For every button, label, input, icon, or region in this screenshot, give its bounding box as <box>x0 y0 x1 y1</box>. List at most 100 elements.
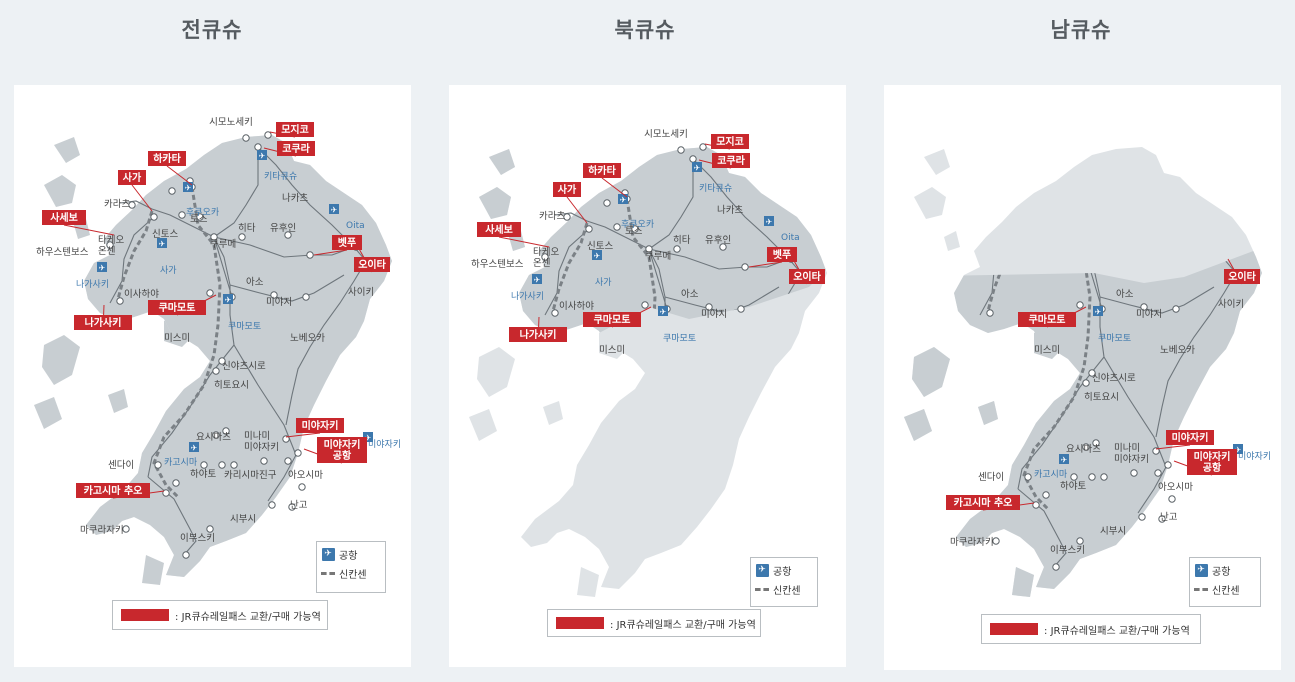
station-dot <box>741 263 749 271</box>
red-key-swatch <box>121 609 169 621</box>
label-text: 카고시마 추오 <box>954 496 1013 509</box>
key-text: : JR큐슈레일패스 교환/구매 가능역 <box>610 619 756 631</box>
station-label: 미스미 <box>164 333 190 344</box>
airport-label: 쿠마모토 <box>663 333 696 344</box>
station-label: 마쿠라자키 <box>950 537 994 548</box>
airport-label: 후쿠오카 <box>186 207 219 218</box>
plane-glyph: ✈ <box>185 184 192 193</box>
island <box>44 175 76 207</box>
island <box>34 397 62 429</box>
station-dot <box>1042 491 1050 499</box>
airport-label: 나가사키 <box>76 279 109 290</box>
airport-label: 키타큐슈 <box>699 183 732 194</box>
island-highlight <box>912 347 950 397</box>
station-label: 히토요시 <box>1084 392 1119 403</box>
station-dot <box>603 199 611 207</box>
legend-airport-label: 공항 <box>1212 567 1231 578</box>
island <box>543 401 563 425</box>
pass-station-label: 미야자키 공항 <box>303 437 367 464</box>
station-label: 하우스텐보스 <box>36 246 89 258</box>
station-label: 사이키 <box>1218 299 1244 310</box>
plane-glyph: ✈ <box>1061 456 1068 465</box>
station-label: 이사하야 <box>124 288 159 300</box>
station-label: 쿠루메 <box>210 239 236 250</box>
station-label: 요시마츠 <box>196 432 231 443</box>
plane-glyph: ✈ <box>99 264 106 273</box>
station-dot <box>264 131 272 139</box>
station-dot <box>585 225 593 233</box>
station-dot <box>1168 495 1176 503</box>
island <box>108 389 128 413</box>
label-text: 미야자키 <box>1172 431 1209 444</box>
station-dot <box>268 501 276 509</box>
pass-station-label: 모지코 <box>704 134 749 150</box>
station-dot <box>613 223 621 231</box>
key-all: : JR큐슈레일패스 교환/구매 가능역 <box>112 600 328 630</box>
legend-airport-label: 공항 <box>339 551 358 562</box>
station-label: 아소 <box>1116 289 1134 300</box>
station-dot <box>1076 537 1084 545</box>
station-dot <box>551 309 559 317</box>
label-text: 사세보 <box>485 223 513 236</box>
pass-station-label: 모지코 <box>269 122 314 138</box>
station-label: 히토요시 <box>214 380 249 391</box>
airport-label: 쿠마모토 <box>228 321 261 332</box>
station-dot <box>154 461 162 469</box>
station-label: 쿠루메 <box>645 251 671 262</box>
plane-glyph: ✈ <box>594 252 601 261</box>
plane-glyph: ✈ <box>159 240 166 249</box>
island-highlight <box>904 409 932 441</box>
station-dot <box>230 461 238 469</box>
label-text: 미야자키 <box>302 419 339 432</box>
station-dot <box>206 525 214 533</box>
red-key-swatch <box>990 623 1038 635</box>
map-geography: 아소미야지미스미신야츠시로히토요시요시마츠센다이하야토미나미 미야자키아오시마난고… <box>904 147 1271 597</box>
station-dot <box>1082 379 1090 387</box>
label-text: 사세보 <box>50 211 78 224</box>
plane-glyph: ✈ <box>660 308 667 317</box>
station-label: 하야토 <box>190 468 216 480</box>
station-label: 신야츠시로 <box>222 361 266 372</box>
legend-north: ✈ 공항 신칸센 <box>750 557 818 607</box>
station-dot <box>1100 473 1108 481</box>
plane-glyph: ✈ <box>766 218 773 227</box>
airport-icon: ✈ <box>321 548 335 561</box>
station-label: 하우스텐보스 <box>471 258 524 270</box>
legend-shinkansen-label: 신칸센 <box>1212 586 1240 597</box>
station-label: 시모노세키 <box>644 129 688 140</box>
station-label: 유후인 <box>705 235 731 246</box>
label-text: 벳푸 <box>338 236 356 249</box>
station-dot <box>206 289 214 297</box>
label-text: 쿠마모토 <box>1029 313 1066 326</box>
island <box>42 335 80 385</box>
plane-glyph: ✈ <box>1095 308 1102 317</box>
station-label: 신야츠시로 <box>1092 373 1136 384</box>
legend-airport-label: 공항 <box>773 567 792 578</box>
station-dot <box>284 457 292 465</box>
key-text: : JR큐슈레일패스 교환/구매 가능역 <box>175 611 321 623</box>
station-label: 하야토 <box>1060 480 1086 492</box>
station-label: 카라츠 <box>539 211 565 222</box>
station-label: 사이키 <box>348 287 374 298</box>
island <box>577 567 599 597</box>
station-dot <box>122 525 130 533</box>
label-text: 하카타 <box>153 152 181 165</box>
station-dot <box>302 293 310 301</box>
legend-shinkansen-label: 신칸센 <box>339 570 367 581</box>
label-text: 코쿠라 <box>282 142 310 155</box>
island-highlight <box>489 149 515 175</box>
station-dot <box>182 551 190 559</box>
station-label: 센다이 <box>108 460 134 471</box>
shinkansen-line-icon <box>755 588 769 591</box>
station-label: 미야지 <box>266 297 292 308</box>
station-label: 아오시마 <box>288 470 323 481</box>
legend-south: ✈ 공항 신칸센 <box>1189 557 1261 607</box>
airport-label: 미야자키 <box>1238 451 1271 462</box>
station-dot <box>1088 473 1096 481</box>
station-dot <box>172 479 180 487</box>
airport-label: 미야자키 <box>368 439 401 450</box>
station-dot <box>178 211 186 219</box>
map-geography: 시모노세키카라츠하우스텐보스타케오 온센신토스토스쿠루메히타 유후인나카츠아소미야지… <box>469 129 827 597</box>
label-text: 쿠마모토 <box>594 313 631 326</box>
map-panel-north: 시모노세키 카라츠 하우스텐보스 타케오 온센 신토스 토스 쿠루메 히타 유후인 나카츠 아소 미야지… <box>449 85 846 667</box>
